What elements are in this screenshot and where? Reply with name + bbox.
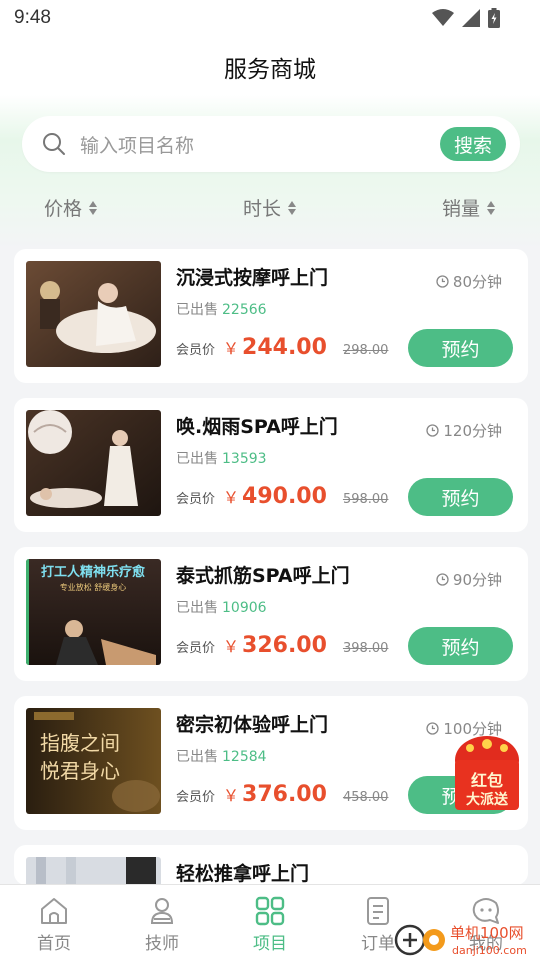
search-icon [43, 133, 65, 155]
sold-count: 已出售 10906 [176, 600, 267, 616]
svg-text:大派送: 大派送 [466, 791, 509, 808]
member-price: 326.00 [242, 633, 327, 658]
price-row: 会员价 ￥ 490.00 598.00 [176, 484, 389, 509]
clock-icon [426, 722, 440, 735]
home-icon [41, 898, 67, 924]
sold-count: 已出售 12584 [176, 749, 267, 765]
price-row: 会员价 ￥ 326.00 398.00 [176, 633, 389, 658]
service-title: 沉浸式按摩呼上门 [176, 267, 329, 289]
search-button[interactable]: 搜索 [440, 127, 506, 161]
service-duration: 80分钟 [436, 271, 502, 292]
tab-home[interactable]: 首页 [0, 885, 108, 960]
battery-icon [488, 8, 500, 28]
original-price: 458.00 [342, 790, 389, 805]
service-duration: 90分钟 [436, 569, 502, 590]
signal-icon [462, 9, 480, 27]
search-bar[interactable]: 输入项目名称 搜索 [22, 116, 520, 172]
search-input[interactable]: 输入项目名称 [80, 131, 440, 158]
svg-text:红包: 红包 [471, 771, 503, 790]
service-image: 打工人精神乐疗愈 专业放松 舒缓身心 [26, 559, 161, 665]
clock-icon [436, 573, 449, 586]
member-price: 490.00 [242, 484, 327, 509]
original-price: 398.00 [342, 641, 389, 656]
sort-duration-label: 时长 [243, 198, 282, 220]
service-image [26, 410, 161, 516]
svg-text:悦君身心: 悦君身心 [40, 759, 120, 783]
page-title: 服务商城 [224, 57, 316, 83]
member-price: 244.00 [242, 335, 327, 360]
svg-text:danji100.com: danji100.com [452, 944, 527, 957]
service-title: 唤.烟雨SPA呼上门 [176, 416, 338, 438]
svg-text:单机100网: 单机100网 [450, 924, 524, 942]
book-button[interactable]: 预约 [408, 627, 513, 665]
status-icons [432, 8, 500, 28]
service-title: 轻松推拿呼上门 [176, 863, 310, 885]
svg-text:打工人精神乐疗愈: 打工人精神乐疗愈 [41, 564, 146, 580]
clock-icon [436, 275, 449, 288]
grid-icon [255, 896, 285, 926]
service-card[interactable]: 轻松推拿呼上门 [14, 845, 528, 885]
sold-count: 已出售 13593 [176, 451, 267, 467]
sort-sales-label: 销量 [442, 198, 481, 220]
service-title: 密宗初体验呼上门 [176, 714, 329, 736]
service-card[interactable]: 指腹之间 悦君身心 密宗初体验呼上门 100分钟 已出售 12584 会员价 ￥ … [14, 696, 528, 830]
service-duration: 120分钟 [426, 420, 502, 441]
sort-arrows-icon [89, 200, 98, 215]
service-card[interactable]: 打工人精神乐疗愈 专业放松 舒缓身心 泰式抓筋SPA呼上门 90分钟 已出售 10… [14, 547, 528, 681]
clock-icon [426, 424, 440, 437]
status-time: 9:48 [14, 7, 51, 28]
sort-arrows-icon [288, 200, 297, 215]
wifi-icon [432, 9, 454, 26]
status-bar: 9:48 [0, 0, 540, 36]
service-image [26, 261, 161, 367]
sold-count: 已出售 22566 [176, 302, 267, 318]
price-row: 会员价 ￥ 244.00 298.00 [176, 335, 389, 360]
member-price: 376.00 [242, 782, 327, 807]
sort-duration[interactable]: 时长 [243, 194, 297, 221]
book-button[interactable]: 预约 [408, 478, 513, 516]
service-image [26, 857, 161, 885]
service-card[interactable]: 沉浸式按摩呼上门 80分钟 已出售 22566 会员价 ￥ 244.00 298.… [14, 249, 528, 383]
sort-price-label: 价格 [44, 198, 83, 220]
service-card[interactable]: 唤.烟雨SPA呼上门 120分钟 已出售 13593 会员价 ￥ 490.00 5… [14, 398, 528, 532]
original-price: 298.00 [342, 343, 389, 358]
site-watermark: 单机100网 danji100.com [390, 916, 540, 960]
service-image: 指腹之间 悦君身心 [26, 708, 161, 814]
svg-text:指腹之间: 指腹之间 [40, 731, 120, 755]
original-price: 598.00 [342, 492, 389, 507]
sort-price[interactable]: 价格 [44, 194, 98, 221]
sort-bar: 价格 时长 销量 [0, 194, 540, 224]
sort-arrows-icon [487, 200, 496, 215]
red-packet-badge[interactable]: 红包 大派送 [452, 734, 522, 812]
service-title: 泰式抓筋SPA呼上门 [176, 565, 350, 587]
tab-technician[interactable]: 技师 [108, 885, 216, 960]
book-button[interactable]: 预约 [408, 329, 513, 367]
price-row: 会员价 ￥ 376.00 458.00 [176, 782, 389, 807]
tab-projects[interactable]: 项目 [216, 885, 324, 960]
svg-text:专业放松 舒缓身心: 专业放松 舒缓身心 [60, 582, 127, 592]
technician-icon [150, 898, 174, 924]
sort-sales[interactable]: 销量 [442, 194, 496, 221]
